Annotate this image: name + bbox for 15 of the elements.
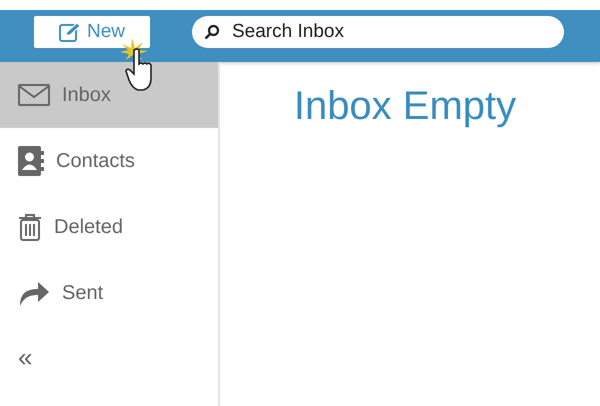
search-icon <box>204 24 220 40</box>
envelope-icon <box>18 84 50 106</box>
search-input[interactable]: Search Inbox <box>230 20 552 44</box>
sidebar-item[interactable]: Inbox <box>0 62 218 128</box>
compose-icon <box>58 22 81 42</box>
sidebar-item[interactable]: Contacts <box>0 128 218 194</box>
empty-heading: Inbox Empty <box>294 84 516 130</box>
new-button[interactable]: New <box>34 16 150 48</box>
search-field[interactable]: Search Inbox <box>192 16 564 48</box>
forward-arrow-icon <box>18 280 50 306</box>
sidebar-item[interactable]: Deleted <box>0 194 218 260</box>
trash-icon <box>18 213 42 241</box>
sidebar-item[interactable]: Sent <box>0 260 218 326</box>
collapse-button[interactable]: « <box>18 344 32 370</box>
contact-book-icon <box>18 146 44 176</box>
